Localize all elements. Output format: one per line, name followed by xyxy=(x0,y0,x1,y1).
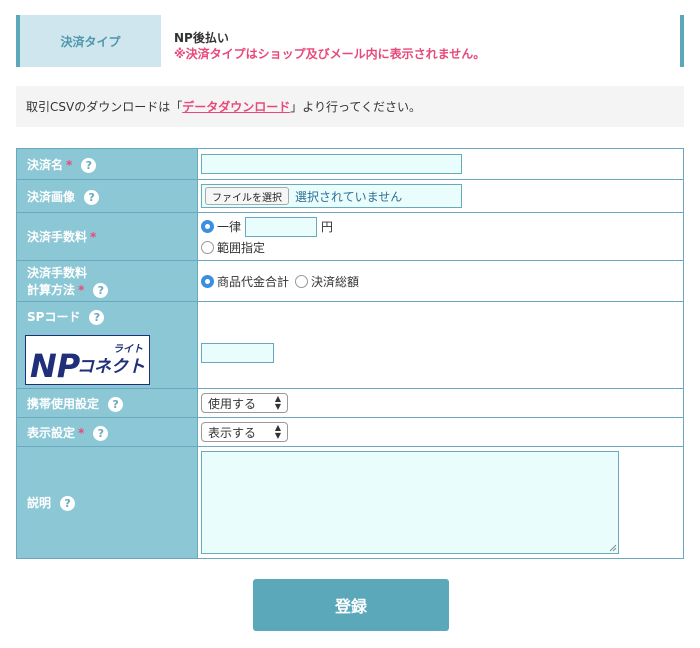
payment-name-label-cell: 決済名 *? xyxy=(16,148,198,180)
payment-type-label: 決済タイプ xyxy=(20,15,161,67)
row-description: 説明? xyxy=(16,446,684,559)
select-arrows-icon: ▲ ▼ xyxy=(274,423,281,440)
payment-name-input[interactable] xyxy=(201,154,462,174)
fee-calc-label-line1: 決済手数料 xyxy=(27,266,88,280)
np-connect-logo-graphic: NP ライト コネクト xyxy=(25,335,150,385)
mobile-setting-label-cell: 携帯使用設定? xyxy=(16,388,198,418)
resize-grip-icon[interactable] xyxy=(609,544,617,552)
csv-notice-suffix: 」より行ってください。 xyxy=(290,100,422,114)
payment-type-box: 決済タイプ NP後払い ※決済タイプはショップ及びメール内に表示されません。 xyxy=(16,15,684,67)
payment-type-note: ※決済タイプはショップ及びメール内に表示されません。 xyxy=(174,47,486,61)
payment-type-name: NP後払い xyxy=(174,31,229,45)
fee-calc-subtotal-label: 商品代金合計 xyxy=(217,274,290,289)
select-arrows-icon: ▲ ▼ xyxy=(274,394,281,411)
description-label-cell: 説明? xyxy=(16,446,198,559)
fee-calc-total-radio[interactable] xyxy=(295,274,309,288)
row-sp-code: SPコード? NP ライト コネクト xyxy=(16,301,684,389)
row-payment-fee: 決済手数料 * 一律 円 範囲指定 xyxy=(16,212,684,261)
payment-name-value-cell xyxy=(197,148,684,180)
help-icon[interactable]: ? xyxy=(89,310,105,325)
help-icon[interactable]: ? xyxy=(93,425,109,441)
fee-calc-options: 商品代金合計 決済総額 xyxy=(201,270,683,292)
help-icon[interactable]: ? xyxy=(60,496,76,511)
fee-calc-subtotal-radio[interactable] xyxy=(201,274,214,288)
help-icon[interactable]: ? xyxy=(81,157,97,173)
payment-fee-value-cell: 一律 円 範囲指定 xyxy=(197,212,684,261)
fee-flat-label: 一律 xyxy=(217,220,242,234)
choose-file-button[interactable]: ファイルを選択 xyxy=(205,187,289,205)
required-mark: * xyxy=(78,283,85,297)
fee-range-label: 範囲指定 xyxy=(217,241,266,255)
mobile-setting-value-cell: 使用する ▲ ▼ xyxy=(197,388,684,418)
display-setting-label-cell: 表示設定 *? xyxy=(16,417,198,447)
sp-code-value-cell xyxy=(197,301,684,389)
payment-image-label: 決済画像 xyxy=(27,189,76,204)
sp-code-input[interactable] xyxy=(201,343,274,363)
np-logo-main: NP xyxy=(30,347,81,385)
display-setting-value-cell: 表示する ▲ ▼ xyxy=(197,417,684,447)
data-download-link[interactable]: データダウンロード xyxy=(182,98,290,115)
fee-amount-input[interactable] xyxy=(245,216,318,237)
required-mark: * xyxy=(90,230,97,244)
fee-calc-label-line2: 計算方法 xyxy=(27,283,76,297)
mobile-setting-select[interactable]: 使用する ▲ ▼ xyxy=(201,393,288,413)
description-label: 説明 xyxy=(27,496,52,510)
row-payment-image: 決済画像? ファイルを選択 選択されていません xyxy=(16,179,684,213)
fee-flat-radio[interactable] xyxy=(201,220,214,233)
row-mobile-setting: 携帯使用設定? 使用する ▲ ▼ xyxy=(16,388,684,418)
help-icon[interactable]: ? xyxy=(93,283,109,298)
file-status-text: 選択されていません xyxy=(295,189,403,204)
mobile-setting-selected: 使用する xyxy=(208,396,257,411)
fee-range-radio[interactable] xyxy=(201,241,214,254)
payment-image-value-cell: ファイルを選択 選択されていません xyxy=(197,179,684,213)
payment-fee-label-cell: 決済手数料 * xyxy=(16,212,198,261)
payment-fee-label: 決済手数料 xyxy=(27,230,88,244)
register-button[interactable]: 登録 xyxy=(253,579,449,631)
description-textarea[interactable] xyxy=(201,451,619,554)
required-mark: * xyxy=(66,157,73,172)
sp-code-label: SPコード xyxy=(27,310,81,324)
description-value-cell xyxy=(197,446,684,559)
help-icon[interactable]: ? xyxy=(84,189,100,205)
np-logo-sub1: ライト xyxy=(113,343,143,355)
csv-download-notice: 取引CSVのダウンロードは「 データダウンロード 」より行ってください。 xyxy=(16,86,684,127)
required-mark: * xyxy=(78,425,85,440)
payment-image-label-cell: 決済画像? xyxy=(16,179,198,213)
payment-settings-form: 決済名 *? 決済画像? ファイルを選択 選択されていません 決済手数料 * 一律 … xyxy=(16,148,684,559)
fee-range-option: 範囲指定 xyxy=(201,238,683,258)
np-logo-sub2: コネクト xyxy=(77,357,145,377)
csv-notice-prefix: 取引CSVのダウンロードは「 xyxy=(26,100,183,114)
row-payment-name: 決済名 *? xyxy=(16,148,684,180)
sp-code-label-cell: SPコード? NP ライト コネクト xyxy=(16,301,198,389)
payment-name-label: 決済名 xyxy=(27,157,64,172)
row-fee-calculation: 決済手数料 計算方法 *? 商品代金合計 決済総額 xyxy=(16,260,684,302)
row-display-setting: 表示設定 *? 表示する ▲ ▼ xyxy=(16,417,684,447)
fee-calc-label-cell: 決済手数料 計算方法 *? xyxy=(16,260,198,302)
payment-image-file-input[interactable]: ファイルを選択 選択されていません xyxy=(201,184,462,208)
fee-unit: 円 xyxy=(321,220,334,234)
np-connect-logo: NP ライト コネクト xyxy=(25,335,197,388)
display-setting-selected: 表示する xyxy=(208,425,257,440)
fee-calc-total-label: 決済総額 xyxy=(311,274,360,289)
display-setting-label: 表示設定 xyxy=(27,425,76,440)
fee-flat-option: 一律 円 xyxy=(201,216,683,238)
fee-calc-value-cell: 商品代金合計 決済総額 xyxy=(197,260,684,302)
mobile-setting-label: 携帯使用設定 xyxy=(27,396,100,411)
display-setting-select[interactable]: 表示する ▲ ▼ xyxy=(201,422,288,442)
help-icon[interactable]: ? xyxy=(108,396,124,412)
